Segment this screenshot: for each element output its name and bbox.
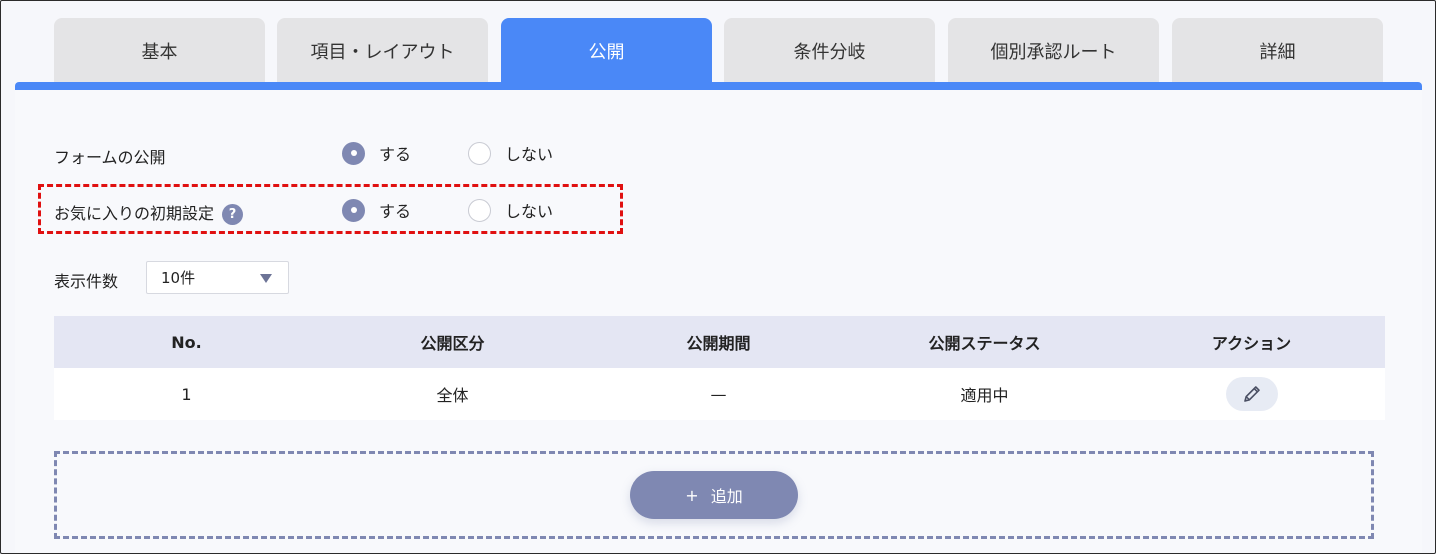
cell-action bbox=[1118, 368, 1385, 420]
help-icon[interactable]: ? bbox=[222, 204, 244, 225]
plus-icon: + bbox=[685, 485, 699, 505]
pencil-icon bbox=[1243, 386, 1260, 402]
favorite-default-label-row: お気に入りの初期設定? bbox=[54, 200, 244, 225]
active-tab-underline bbox=[15, 82, 1422, 90]
column-header-scope: 公開区分 bbox=[319, 316, 586, 368]
column-header-no: No. bbox=[54, 316, 319, 368]
radio-checked-icon bbox=[342, 141, 365, 165]
radio-unchecked-icon bbox=[468, 198, 491, 222]
tab-individual-approval-route[interactable]: 個別承認ルート bbox=[948, 18, 1159, 83]
page-size-select[interactable]: 10件 bbox=[146, 261, 289, 294]
edit-button[interactable] bbox=[1225, 377, 1278, 411]
publish-settings-screen: 基本 項目・レイアウト 公開 条件分岐 個別承認ルート 詳細 フォームの公開 す… bbox=[0, 0, 1436, 554]
page-size-value: 10件 bbox=[161, 269, 196, 287]
radio-label: する bbox=[379, 145, 412, 164]
tab-bar: 基本 項目・レイアウト 公開 条件分岐 個別承認ルート 詳細 bbox=[54, 18, 1383, 83]
favorite-default-no-radio[interactable]: しない bbox=[468, 198, 553, 222]
cell-no: 1 bbox=[54, 368, 319, 420]
column-header-action: アクション bbox=[1118, 316, 1385, 368]
column-header-period: 公開期間 bbox=[586, 316, 851, 368]
publish-table: No. 公開区分 公開期間 公開ステータス アクション 1 全体 — 適用中 bbox=[54, 316, 1385, 420]
page-size-label: 表示件数 bbox=[54, 272, 119, 291]
table-row: 1 全体 — 適用中 bbox=[54, 368, 1385, 420]
radio-unchecked-icon bbox=[468, 141, 491, 165]
cell-period: — bbox=[586, 368, 851, 420]
tab-basic[interactable]: 基本 bbox=[54, 18, 265, 83]
column-header-status: 公開ステータス bbox=[851, 316, 1118, 368]
tab-items-layout[interactable]: 項目・レイアウト bbox=[277, 18, 488, 83]
radio-label: しない bbox=[505, 145, 554, 164]
form-publish-label: フォームの公開 bbox=[54, 148, 166, 167]
add-button-label: 追加 bbox=[710, 487, 743, 506]
tab-conditional-branch[interactable]: 条件分岐 bbox=[724, 18, 935, 83]
form-publish-no-radio[interactable]: しない bbox=[468, 141, 553, 165]
tab-details[interactable]: 詳細 bbox=[1172, 18, 1383, 83]
table-header-row: No. 公開区分 公開期間 公開ステータス アクション bbox=[54, 316, 1385, 368]
radio-label: する bbox=[379, 202, 412, 221]
radio-checked-icon bbox=[342, 198, 365, 222]
form-publish-yes-radio[interactable]: する bbox=[342, 141, 411, 165]
favorite-default-label: お気に入りの初期設定 bbox=[54, 204, 215, 223]
cell-status: 適用中 bbox=[851, 368, 1118, 420]
chevron-down-icon bbox=[260, 274, 272, 283]
tab-publish[interactable]: 公開 bbox=[501, 18, 712, 83]
radio-label: しない bbox=[505, 202, 554, 221]
favorite-default-yes-radio[interactable]: する bbox=[342, 198, 411, 222]
cell-scope: 全体 bbox=[319, 368, 586, 420]
add-button[interactable]: + 追加 bbox=[630, 471, 798, 519]
